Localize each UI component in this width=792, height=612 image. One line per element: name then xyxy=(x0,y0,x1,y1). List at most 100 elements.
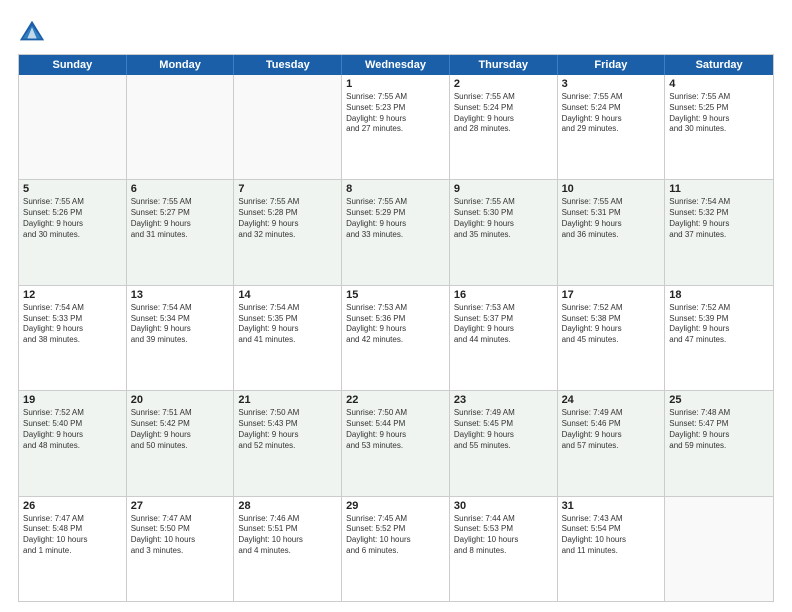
day-cell-11: 11 Sunrise: 7:54 AMSunset: 5:32 PMDayligh… xyxy=(665,180,773,284)
day-info: Sunrise: 7:45 AMSunset: 5:52 PMDaylight:… xyxy=(346,514,445,557)
weekday-header-tuesday: Tuesday xyxy=(234,55,342,75)
day-number: 20 xyxy=(131,394,230,406)
day-cell-6: 6 Sunrise: 7:55 AMSunset: 5:27 PMDaylight… xyxy=(127,180,235,284)
day-cell-2: 2 Sunrise: 7:55 AMSunset: 5:24 PMDaylight… xyxy=(450,75,558,179)
header xyxy=(18,18,774,46)
day-number: 6 xyxy=(131,183,230,195)
weekday-header-wednesday: Wednesday xyxy=(342,55,450,75)
day-number: 5 xyxy=(23,183,122,195)
day-number: 27 xyxy=(131,500,230,512)
day-number: 16 xyxy=(454,289,553,301)
empty-cell-0-0 xyxy=(19,75,127,179)
empty-cell-0-1 xyxy=(127,75,235,179)
day-cell-20: 20 Sunrise: 7:51 AMSunset: 5:42 PMDayligh… xyxy=(127,391,235,495)
day-number: 22 xyxy=(346,394,445,406)
day-info: Sunrise: 7:44 AMSunset: 5:53 PMDaylight:… xyxy=(454,514,553,557)
day-cell-26: 26Sunrise: 7:47 AMSunset: 5:48 PMDayligh… xyxy=(19,497,127,601)
day-cell-28: 28Sunrise: 7:46 AMSunset: 5:51 PMDayligh… xyxy=(234,497,342,601)
calendar-body: 1 Sunrise: 7:55 AMSunset: 5:23 PMDaylight… xyxy=(19,75,773,601)
day-cell-30: 30 Sunrise: 7:44 AMSunset: 5:53 PMDayligh… xyxy=(450,497,558,601)
day-number: 11 xyxy=(669,183,769,195)
day-cell-13: 13Sunrise: 7:54 AMSunset: 5:34 PMDayligh… xyxy=(127,286,235,390)
day-number: 9 xyxy=(454,183,553,195)
day-info: Sunrise: 7:51 AMSunset: 5:42 PMDaylight:… xyxy=(131,408,230,451)
calendar-row-2: 12 Sunrise: 7:54 AMSunset: 5:33 PMDayligh… xyxy=(19,285,773,390)
day-cell-23: 23 Sunrise: 7:49 AMSunset: 5:45 PMDayligh… xyxy=(450,391,558,495)
day-number: 2 xyxy=(454,78,553,90)
day-info: Sunrise: 7:54 AMSunset: 5:33 PMDaylight:… xyxy=(23,303,122,346)
day-number: 3 xyxy=(562,78,661,90)
day-cell-16: 16 Sunrise: 7:53 AMSunset: 5:37 PMDayligh… xyxy=(450,286,558,390)
day-number: 29 xyxy=(346,500,445,512)
logo xyxy=(18,18,52,46)
day-cell-1: 1 Sunrise: 7:55 AMSunset: 5:23 PMDaylight… xyxy=(342,75,450,179)
day-number: 7 xyxy=(238,183,337,195)
day-info: Sunrise: 7:49 AMSunset: 5:45 PMDaylight:… xyxy=(454,408,553,451)
day-cell-24: 24 Sunrise: 7:49 AMSunset: 5:46 PMDayligh… xyxy=(558,391,666,495)
calendar-row-0: 1 Sunrise: 7:55 AMSunset: 5:23 PMDaylight… xyxy=(19,75,773,179)
day-info: Sunrise: 7:49 AMSunset: 5:46 PMDaylight:… xyxy=(562,408,661,451)
calendar: SundayMondayTuesdayWednesdayThursdayFrid… xyxy=(18,54,774,602)
calendar-row-3: 19 Sunrise: 7:52 AMSunset: 5:40 PMDayligh… xyxy=(19,390,773,495)
day-cell-8: 8 Sunrise: 7:55 AMSunset: 5:29 PMDaylight… xyxy=(342,180,450,284)
calendar-header: SundayMondayTuesdayWednesdayThursdayFrid… xyxy=(19,55,773,75)
day-cell-22: 22 Sunrise: 7:50 AMSunset: 5:44 PMDayligh… xyxy=(342,391,450,495)
day-number: 28 xyxy=(238,500,337,512)
day-cell-10: 10 Sunrise: 7:55 AMSunset: 5:31 PMDayligh… xyxy=(558,180,666,284)
day-number: 23 xyxy=(454,394,553,406)
day-cell-12: 12 Sunrise: 7:54 AMSunset: 5:33 PMDayligh… xyxy=(19,286,127,390)
day-number: 19 xyxy=(23,394,122,406)
day-info: Sunrise: 7:55 AMSunset: 5:29 PMDaylight:… xyxy=(346,197,445,240)
day-info: Sunrise: 7:52 AMSunset: 5:38 PMDaylight:… xyxy=(562,303,661,346)
empty-cell-0-2 xyxy=(234,75,342,179)
day-number: 24 xyxy=(562,394,661,406)
empty-cell-4-6 xyxy=(665,497,773,601)
calendar-row-4: 26Sunrise: 7:47 AMSunset: 5:48 PMDayligh… xyxy=(19,496,773,601)
day-cell-21: 21 Sunrise: 7:50 AMSunset: 5:43 PMDayligh… xyxy=(234,391,342,495)
day-number: 30 xyxy=(454,500,553,512)
day-info: Sunrise: 7:55 AMSunset: 5:26 PMDaylight:… xyxy=(23,197,122,240)
day-cell-29: 29 Sunrise: 7:45 AMSunset: 5:52 PMDayligh… xyxy=(342,497,450,601)
day-cell-4: 4 Sunrise: 7:55 AMSunset: 5:25 PMDaylight… xyxy=(665,75,773,179)
day-info: Sunrise: 7:50 AMSunset: 5:44 PMDaylight:… xyxy=(346,408,445,451)
day-number: 10 xyxy=(562,183,661,195)
day-info: Sunrise: 7:55 AMSunset: 5:24 PMDaylight:… xyxy=(454,92,553,135)
day-info: Sunrise: 7:52 AMSunset: 5:40 PMDaylight:… xyxy=(23,408,122,451)
day-cell-15: 15Sunrise: 7:53 AMSunset: 5:36 PMDayligh… xyxy=(342,286,450,390)
weekday-header-sunday: Sunday xyxy=(19,55,127,75)
day-number: 31 xyxy=(562,500,661,512)
day-cell-25: 25Sunrise: 7:48 AMSunset: 5:47 PMDayligh… xyxy=(665,391,773,495)
day-number: 21 xyxy=(238,394,337,406)
day-number: 18 xyxy=(669,289,769,301)
day-info: Sunrise: 7:55 AMSunset: 5:25 PMDaylight:… xyxy=(669,92,769,135)
day-info: Sunrise: 7:54 AMSunset: 5:32 PMDaylight:… xyxy=(669,197,769,240)
day-number: 26 xyxy=(23,500,122,512)
logo-icon xyxy=(18,18,46,46)
day-cell-9: 9 Sunrise: 7:55 AMSunset: 5:30 PMDaylight… xyxy=(450,180,558,284)
day-number: 12 xyxy=(23,289,122,301)
day-cell-3: 3 Sunrise: 7:55 AMSunset: 5:24 PMDaylight… xyxy=(558,75,666,179)
day-info: Sunrise: 7:55 AMSunset: 5:27 PMDaylight:… xyxy=(131,197,230,240)
day-number: 1 xyxy=(346,78,445,90)
day-number: 14 xyxy=(238,289,337,301)
day-info: Sunrise: 7:55 AMSunset: 5:23 PMDaylight:… xyxy=(346,92,445,135)
day-cell-31: 31Sunrise: 7:43 AMSunset: 5:54 PMDayligh… xyxy=(558,497,666,601)
day-info: Sunrise: 7:48 AMSunset: 5:47 PMDaylight:… xyxy=(669,408,769,451)
day-info: Sunrise: 7:54 AMSunset: 5:35 PMDaylight:… xyxy=(238,303,337,346)
day-info: Sunrise: 7:55 AMSunset: 5:24 PMDaylight:… xyxy=(562,92,661,135)
weekday-header-friday: Friday xyxy=(558,55,666,75)
day-cell-19: 19 Sunrise: 7:52 AMSunset: 5:40 PMDayligh… xyxy=(19,391,127,495)
day-info: Sunrise: 7:53 AMSunset: 5:36 PMDaylight:… xyxy=(346,303,445,346)
day-info: Sunrise: 7:55 AMSunset: 5:30 PMDaylight:… xyxy=(454,197,553,240)
day-number: 13 xyxy=(131,289,230,301)
calendar-row-1: 5 Sunrise: 7:55 AMSunset: 5:26 PMDaylight… xyxy=(19,179,773,284)
day-info: Sunrise: 7:50 AMSunset: 5:43 PMDaylight:… xyxy=(238,408,337,451)
day-number: 8 xyxy=(346,183,445,195)
day-number: 4 xyxy=(669,78,769,90)
weekday-header-monday: Monday xyxy=(127,55,235,75)
day-info: Sunrise: 7:55 AMSunset: 5:31 PMDaylight:… xyxy=(562,197,661,240)
day-cell-18: 18Sunrise: 7:52 AMSunset: 5:39 PMDayligh… xyxy=(665,286,773,390)
day-cell-7: 7Sunrise: 7:55 AMSunset: 5:28 PMDaylight… xyxy=(234,180,342,284)
day-cell-27: 27Sunrise: 7:47 AMSunset: 5:50 PMDayligh… xyxy=(127,497,235,601)
day-info: Sunrise: 7:53 AMSunset: 5:37 PMDaylight:… xyxy=(454,303,553,346)
